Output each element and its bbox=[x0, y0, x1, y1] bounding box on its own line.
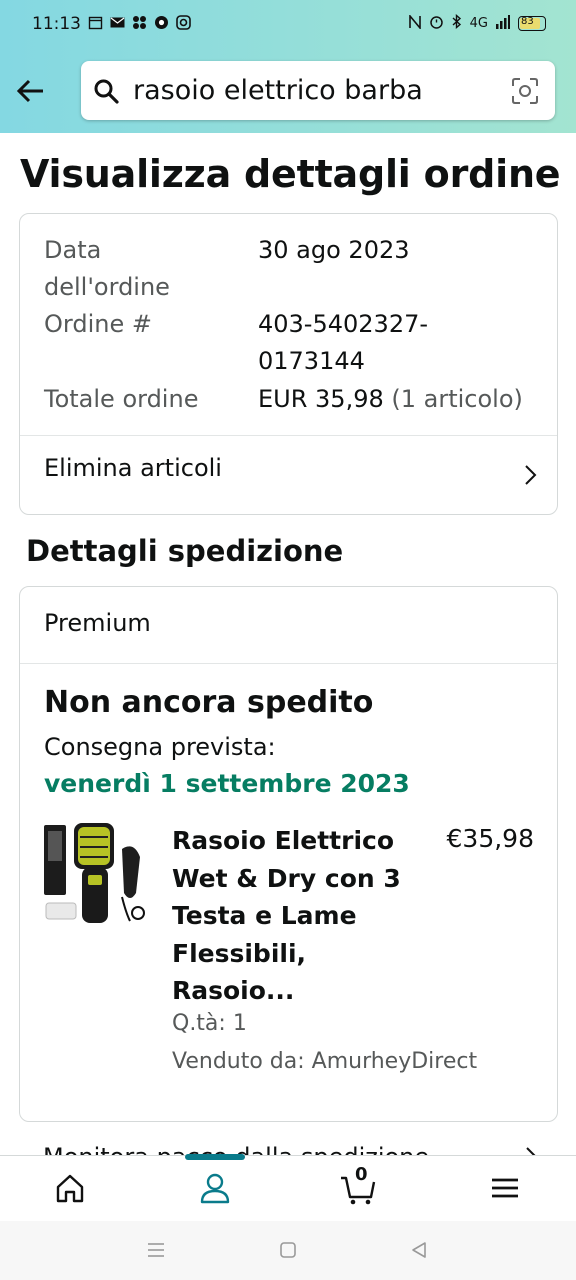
battery-level: 83 bbox=[521, 16, 534, 27]
order-total-count: (1 articolo) bbox=[391, 385, 523, 413]
product-image[interactable] bbox=[44, 823, 150, 927]
status-time: 11:13 bbox=[32, 14, 81, 34]
mail-icon bbox=[110, 15, 125, 30]
chrome-icon bbox=[154, 15, 169, 30]
chevron-right-icon bbox=[525, 465, 537, 485]
order-summary-card: Data dell'ordine 30 ago 2023 Ordine # 40… bbox=[19, 213, 558, 515]
search-icon bbox=[94, 79, 119, 104]
bottom-nav: 0 bbox=[0, 1154, 576, 1221]
order-total-value: EUR 35,98 bbox=[258, 385, 384, 413]
pinwheel-icon bbox=[132, 15, 147, 30]
delivery-date: venerdì 1 settembre 2023 bbox=[44, 769, 410, 798]
search-input[interactable]: rasoio elettrico barba bbox=[133, 75, 423, 106]
camera-scan-icon[interactable] bbox=[511, 77, 539, 105]
notification-icons bbox=[88, 15, 191, 30]
system-navigation bbox=[0, 1221, 576, 1280]
shipment-section-title: Dettagli spedizione bbox=[26, 534, 344, 568]
shipment-card: Premium Non ancora spedito Consegna prev… bbox=[19, 586, 558, 1122]
product-quantity: Q.tà: 1 bbox=[172, 1011, 247, 1036]
app-header: 11:13 4G 83 rasoio elettrico barba bbox=[0, 0, 576, 133]
recents-icon[interactable] bbox=[145, 1239, 167, 1261]
menu-icon[interactable] bbox=[487, 1170, 523, 1206]
network-type: 4G bbox=[469, 16, 488, 31]
order-total: EUR 35,98 (1 articolo) bbox=[258, 381, 548, 418]
nfc-icon bbox=[408, 13, 421, 33]
delivery-label: Consegna prevista: bbox=[44, 733, 276, 761]
account-icon[interactable] bbox=[197, 1170, 233, 1206]
order-number-label: Ordine # bbox=[44, 310, 152, 338]
divider bbox=[20, 663, 557, 664]
calendar-icon bbox=[88, 15, 103, 30]
delete-items-label: Elimina articoli bbox=[44, 454, 222, 482]
back-button[interactable] bbox=[14, 74, 48, 108]
system-indicators: 4G 83 bbox=[408, 13, 546, 33]
alarm-icon bbox=[429, 14, 444, 33]
cart-count: 0 bbox=[355, 1164, 368, 1185]
page-title: Visualizza dettagli ordine bbox=[20, 152, 561, 196]
instagram-icon bbox=[176, 15, 191, 30]
back-system-icon[interactable] bbox=[408, 1239, 430, 1261]
order-date-label: Data dell'ordine bbox=[44, 236, 170, 301]
product-title[interactable]: Rasoio Elettrico Wet & Dry con 3 Testa e… bbox=[172, 822, 402, 1010]
home-system-icon[interactable] bbox=[277, 1239, 299, 1261]
order-total-label: Totale ordine bbox=[44, 385, 199, 413]
arrow-left-icon bbox=[16, 79, 43, 103]
signal-icon bbox=[496, 14, 510, 33]
product-seller: Venduto da: AmurheyDirect bbox=[172, 1049, 478, 1074]
order-number-value: 403-5402327-0173144 bbox=[258, 310, 429, 375]
active-tab-indicator bbox=[185, 1154, 245, 1160]
home-icon[interactable] bbox=[52, 1170, 88, 1206]
delete-items-row[interactable]: Elimina articoli bbox=[20, 436, 557, 514]
battery-icon: 83 bbox=[518, 16, 546, 31]
product-price: €35,98 bbox=[446, 824, 534, 853]
shipment-status: Non ancora spedito bbox=[44, 685, 374, 720]
status-bar: 11:13 4G 83 bbox=[0, 0, 576, 50]
search-bar[interactable]: rasoio elettrico barba bbox=[81, 61, 555, 120]
bluetooth-icon bbox=[452, 13, 462, 33]
shipping-service: Premium bbox=[44, 609, 151, 637]
order-date-value: 30 ago 2023 bbox=[258, 236, 410, 264]
